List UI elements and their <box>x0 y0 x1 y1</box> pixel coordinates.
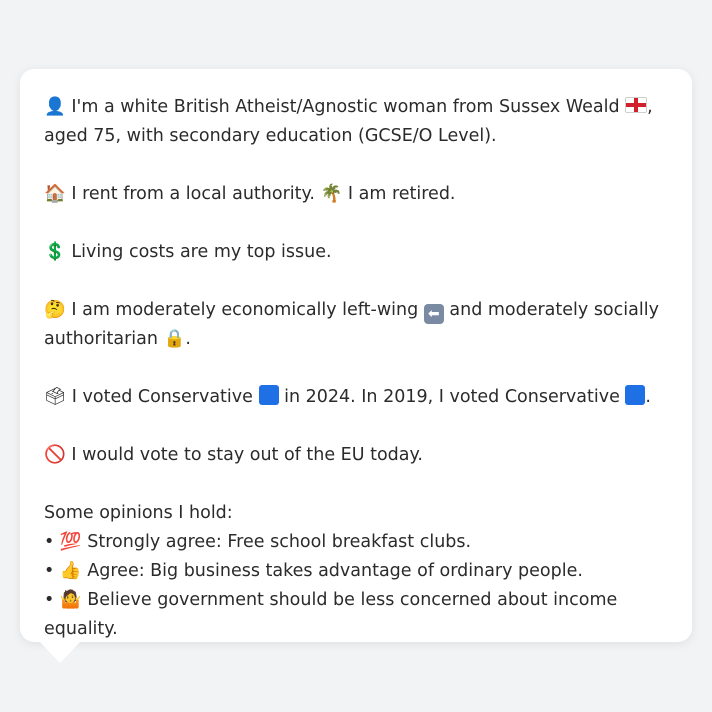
top-issue-text: Living costs are my top issue. <box>71 242 332 262</box>
palm-tree-icon: 🌴 <box>320 184 343 204</box>
left-arrow-icon: ⬅ <box>423 304 444 324</box>
housing-line: 🏠 I rent from a local authority. 🌴 I am … <box>44 180 668 209</box>
dollar-icon: 💲 <box>44 242 66 262</box>
hundred-points-icon: 💯 <box>59 532 82 552</box>
list-item: • 🤷 Believe government should be less co… <box>44 586 668 644</box>
opinions-list: • 💯 Strongly agree: Free school breakfas… <box>44 528 668 644</box>
ballot-box-icon: 🗳 <box>44 387 67 407</box>
opinion-text: Strongly agree: Free school breakfast cl… <box>87 532 472 552</box>
work-text: I am retired. <box>347 184 456 204</box>
thinking-face-icon: 🤔 <box>44 300 66 320</box>
list-item: • 💯 Strongly agree: Free school breakfas… <box>44 528 668 557</box>
voting-history-line: 🗳 I voted Conservative in 2024. In 2019,… <box>44 383 668 412</box>
opinion-text: Believe government should be less concer… <box>44 590 618 639</box>
bullet: • <box>44 561 55 581</box>
blue-square-icon <box>625 385 646 405</box>
housing-text: I rent from a local authority. <box>71 184 315 204</box>
no-entry-icon: 🚫 <box>44 445 66 465</box>
england-flag-icon <box>625 97 648 113</box>
vote-end: . <box>645 387 651 407</box>
bubble-tail <box>39 641 81 663</box>
list-item: • 👍 Agree: Big business takes advantage … <box>44 557 668 586</box>
persona-message-bubble: 👤 I'm a white British Atheist/Agnostic w… <box>20 69 692 642</box>
demographics-line: 👤 I'm a white British Atheist/Agnostic w… <box>44 93 668 151</box>
vote-text: I voted Conservative <box>71 387 253 407</box>
thumbs-up-icon: 👍 <box>59 561 82 581</box>
eu-text: I would vote to stay out of the EU today… <box>71 445 423 465</box>
lock-icon: 🔒 <box>163 329 186 349</box>
top-issue-line: 💲 Living costs are my top issue. <box>44 238 668 267</box>
vote-text-2: in 2024. In 2019, I voted Conservative <box>284 387 620 407</box>
opinions-heading: Some opinions I hold: <box>44 503 233 523</box>
eu-line: 🚫 I would vote to stay out of the EU tod… <box>44 441 668 470</box>
position-end: . <box>185 329 191 349</box>
political-position-line: 🤔 I am moderately economically left-wing… <box>44 296 668 354</box>
opinion-text: Agree: Big business takes advantage of o… <box>87 561 583 581</box>
blue-square-icon <box>258 385 279 405</box>
demographics-text: I'm a white British Atheist/Agnostic wom… <box>71 97 620 117</box>
shrug-icon: 🤷 <box>59 590 82 610</box>
house-icon: 🏠 <box>44 184 66 204</box>
bullet: • <box>44 532 55 552</box>
position-text: I am moderately economically left-wing <box>71 300 419 320</box>
bullet: • <box>44 590 55 610</box>
person-icon: 👤 <box>44 97 66 117</box>
